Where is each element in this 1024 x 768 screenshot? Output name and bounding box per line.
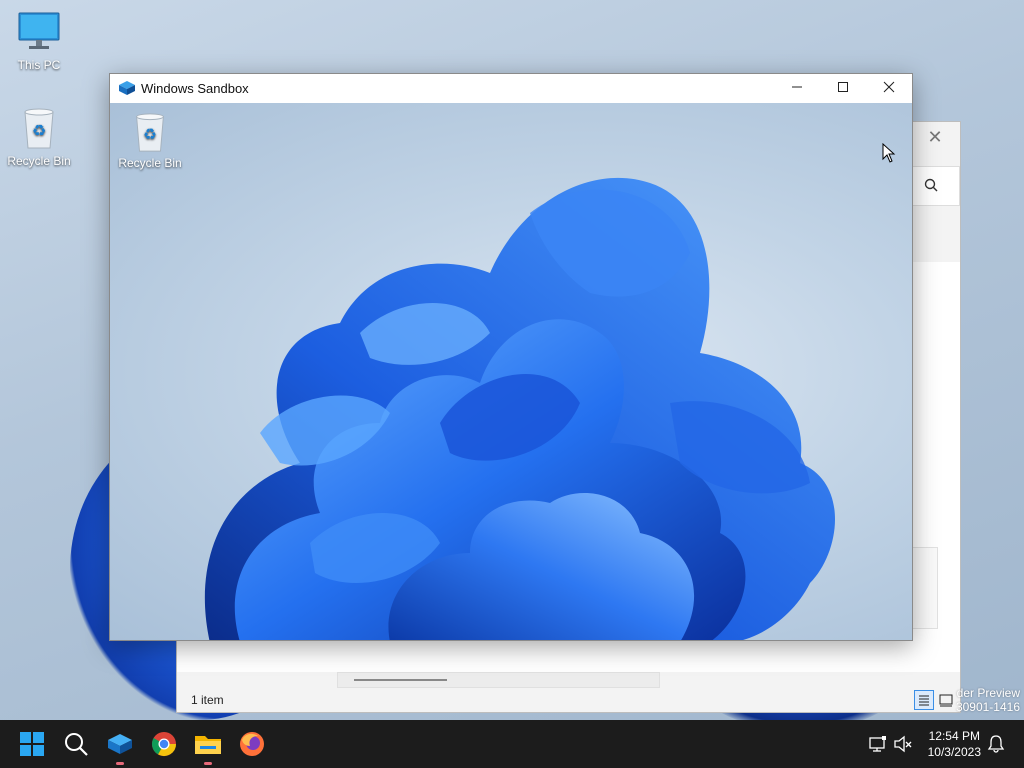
- system-clock[interactable]: 12:54 PM 10/3/2023: [928, 728, 981, 760]
- maximize-icon: [838, 82, 848, 92]
- minimize-button[interactable]: [774, 74, 820, 103]
- status-item-count: 1 item: [191, 693, 224, 707]
- build-watermark: der Preview 30901-1416: [956, 686, 1020, 714]
- minimize-icon: [792, 86, 802, 88]
- network-icon[interactable]: [868, 734, 888, 754]
- clock-time: 12:54 PM: [928, 729, 980, 743]
- search-icon[interactable]: [924, 178, 938, 192]
- chrome-app[interactable]: [148, 728, 180, 760]
- file-explorer-app[interactable]: [192, 728, 224, 765]
- bloom-wallpaper: [204, 177, 835, 640]
- sandbox-icon: [108, 734, 132, 754]
- monitor-icon: [17, 10, 61, 54]
- desktop-icon-label: Recycle Bin: [7, 154, 71, 168]
- folder-icon: [195, 736, 221, 754]
- volume-muted-icon[interactable]: [893, 734, 913, 754]
- taskbar: 12:54 PM 10/3/2023: [0, 720, 1024, 768]
- svg-text:♻: ♻: [32, 121, 46, 140]
- desktop-icon-recycle-bin[interactable]: ♻ Recycle Bin: [1, 106, 77, 168]
- desktop-icon-label: Recycle Bin: [118, 156, 182, 170]
- tiles-view-icon[interactable]: [936, 690, 956, 710]
- desktop-icon-label: This PC: [17, 58, 61, 72]
- svg-text:♻: ♻: [143, 126, 157, 144]
- search-button[interactable]: [60, 728, 92, 760]
- horizontal-scrollbar[interactable]: [337, 672, 660, 688]
- close-icon: [883, 81, 895, 93]
- sandbox-titlebar[interactable]: Windows Sandbox: [110, 74, 912, 103]
- sandbox-app[interactable]: [104, 728, 136, 765]
- maximize-button[interactable]: [820, 74, 866, 103]
- windows-logo-icon: [20, 732, 44, 756]
- close-button[interactable]: [866, 74, 912, 103]
- scrollbar-thumb[interactable]: [354, 679, 447, 681]
- desktop-icon-this-pc[interactable]: This PC: [1, 10, 77, 72]
- mouse-cursor-icon: [882, 143, 896, 163]
- firefox-app[interactable]: [236, 728, 268, 760]
- notification-icon[interactable]: [986, 734, 1006, 754]
- clock-date: 10/3/2023: [927, 745, 981, 759]
- firefox-icon: [240, 732, 264, 756]
- sandbox-icon: [119, 81, 135, 95]
- recycle-bin-icon: ♻: [17, 106, 61, 150]
- watermark-line: 30901-1416: [955, 700, 1020, 714]
- details-view-icon[interactable]: [914, 690, 934, 710]
- recycle-bin-icon: ♻: [136, 113, 164, 152]
- window-title: Windows Sandbox: [141, 81, 249, 96]
- close-icon[interactable]: ✕: [924, 126, 946, 148]
- start-button[interactable]: [16, 728, 48, 760]
- search-icon: [65, 733, 88, 756]
- sandbox-desktop[interactable]: ♻ Recycle Bin: [110, 103, 912, 640]
- running-indicator: [116, 762, 124, 765]
- running-indicator: [204, 762, 212, 765]
- windows-sandbox-window[interactable]: Windows Sandbox ♻ Recycle Bin: [109, 73, 913, 641]
- sandbox-desktop-icon-recycle-bin[interactable]: ♻ Recycle Bin: [114, 111, 186, 170]
- watermark-line: der Preview: [956, 686, 1020, 700]
- chrome-icon: [151, 732, 176, 757]
